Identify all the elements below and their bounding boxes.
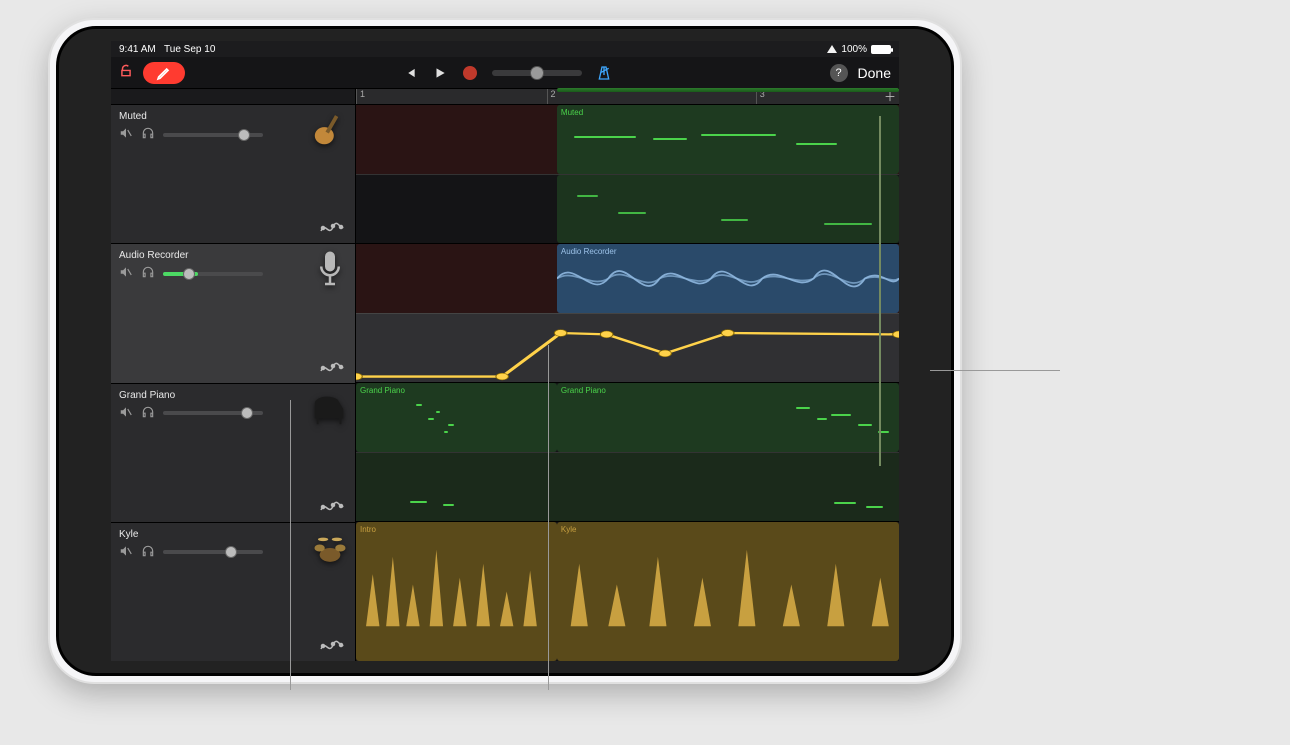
callout-line: [548, 345, 549, 690]
bar-marker: 1: [356, 89, 547, 104]
automation-point[interactable]: [659, 350, 672, 357]
midi-region[interactable]: Grand Piano: [356, 383, 557, 452]
help-button[interactable]: ?: [830, 64, 848, 82]
device-bezel: 9:41 AM Tue Sep 10 100%: [56, 26, 954, 676]
automation-point[interactable]: [721, 330, 734, 337]
audio-region[interactable]: Audio Recorder: [557, 244, 899, 313]
region-label: Grand Piano: [360, 386, 553, 395]
instrument-icon-mic[interactable]: [311, 250, 349, 288]
track-header[interactable]: Muted: [111, 105, 355, 244]
drum-region[interactable]: Kyle: [557, 522, 899, 661]
mute-button[interactable]: [119, 544, 133, 561]
callout-line: [290, 400, 291, 690]
ipad-device-frame: 9:41 AM Tue Sep 10 100%: [48, 18, 962, 684]
automation-button[interactable]: [319, 220, 345, 237]
app-screen: 9:41 AM Tue Sep 10 100%: [111, 41, 899, 661]
ruler-gap: [111, 89, 355, 105]
loop-region-bar[interactable]: [557, 88, 899, 92]
status-bar: 9:41 AM Tue Sep 10 100%: [111, 41, 899, 57]
headphones-button[interactable]: [141, 544, 155, 561]
automation-point[interactable]: [496, 373, 509, 380]
automation-point[interactable]: [893, 331, 899, 338]
rewind-button[interactable]: [402, 65, 418, 81]
midi-region[interactable]: Grand Piano: [557, 383, 899, 452]
track-header[interactable]: Kyle: [111, 523, 355, 661]
toolbar: ? Done: [111, 57, 899, 89]
record-button[interactable]: [462, 65, 478, 81]
volume-slider[interactable]: [163, 133, 263, 137]
drum-hits-icon: [557, 522, 899, 661]
metronome-button[interactable]: [596, 65, 612, 81]
track-header-panel: Muted Audio Recorder: [111, 89, 356, 661]
battery-percent: 100%: [841, 44, 867, 55]
instrument-icon-bass[interactable]: [311, 111, 349, 149]
instrument-icon-piano[interactable]: [311, 390, 349, 428]
track-row: Intro: [356, 522, 899, 661]
automation-point[interactable]: [356, 373, 362, 380]
status-date: Tue Sep 10: [164, 44, 215, 55]
instrument-icon-drums[interactable]: [311, 529, 349, 567]
mute-button[interactable]: [119, 265, 133, 282]
drum-hits-icon: [356, 522, 557, 661]
play-button[interactable]: [432, 65, 448, 81]
midi-region[interactable]: Muted: [557, 105, 899, 174]
arranger-grid[interactable]: Muted: [356, 105, 899, 661]
song-position-slider[interactable]: [492, 70, 582, 76]
region-label: Grand Piano: [561, 386, 895, 395]
waveform: [557, 244, 899, 313]
headphones-button[interactable]: [141, 265, 155, 282]
automation-point[interactable]: [600, 331, 613, 338]
track-row: Audio Recorder: [356, 244, 899, 383]
track-header[interactable]: Audio Recorder: [111, 244, 355, 383]
volume-slider[interactable]: [163, 272, 263, 276]
automation-point[interactable]: [554, 330, 567, 337]
transport-controls: [402, 65, 612, 81]
headphones-button[interactable]: [141, 126, 155, 143]
midi-region[interactable]: [557, 175, 899, 243]
battery-icon: [871, 45, 891, 54]
mute-button[interactable]: [119, 405, 133, 422]
status-left: 9:41 AM Tue Sep 10: [119, 44, 215, 55]
lock-icon[interactable]: [119, 64, 133, 81]
song-end-marker[interactable]: [879, 116, 881, 466]
track-row: Grand Piano Grand Piano: [356, 383, 899, 522]
callout-line: [930, 370, 1060, 371]
drum-region[interactable]: Intro: [356, 522, 557, 661]
volume-slider[interactable]: [163, 411, 263, 415]
track-row: Muted: [356, 105, 899, 244]
region-label: Muted: [561, 108, 895, 117]
mute-button[interactable]: [119, 126, 133, 143]
automation-button[interactable]: [319, 638, 345, 655]
track-header[interactable]: Grand Piano: [111, 384, 355, 523]
done-button[interactable]: Done: [858, 65, 891, 81]
headphones-button[interactable]: [141, 405, 155, 422]
edit-toggle[interactable]: [143, 62, 185, 84]
wifi-icon: [827, 45, 837, 53]
volume-slider[interactable]: [163, 550, 263, 554]
status-time: 9:41 AM: [119, 44, 156, 55]
bar-ruler[interactable]: 1 2 3 ＋: [356, 89, 899, 105]
status-right: 100%: [827, 44, 891, 55]
main-area: Muted Audio Recorder: [111, 89, 899, 661]
automation-button[interactable]: [319, 499, 345, 516]
timeline-panel: 1 2 3 ＋ Muted: [356, 89, 899, 661]
automation-curve[interactable]: [356, 314, 899, 382]
automation-button[interactable]: [319, 360, 345, 377]
